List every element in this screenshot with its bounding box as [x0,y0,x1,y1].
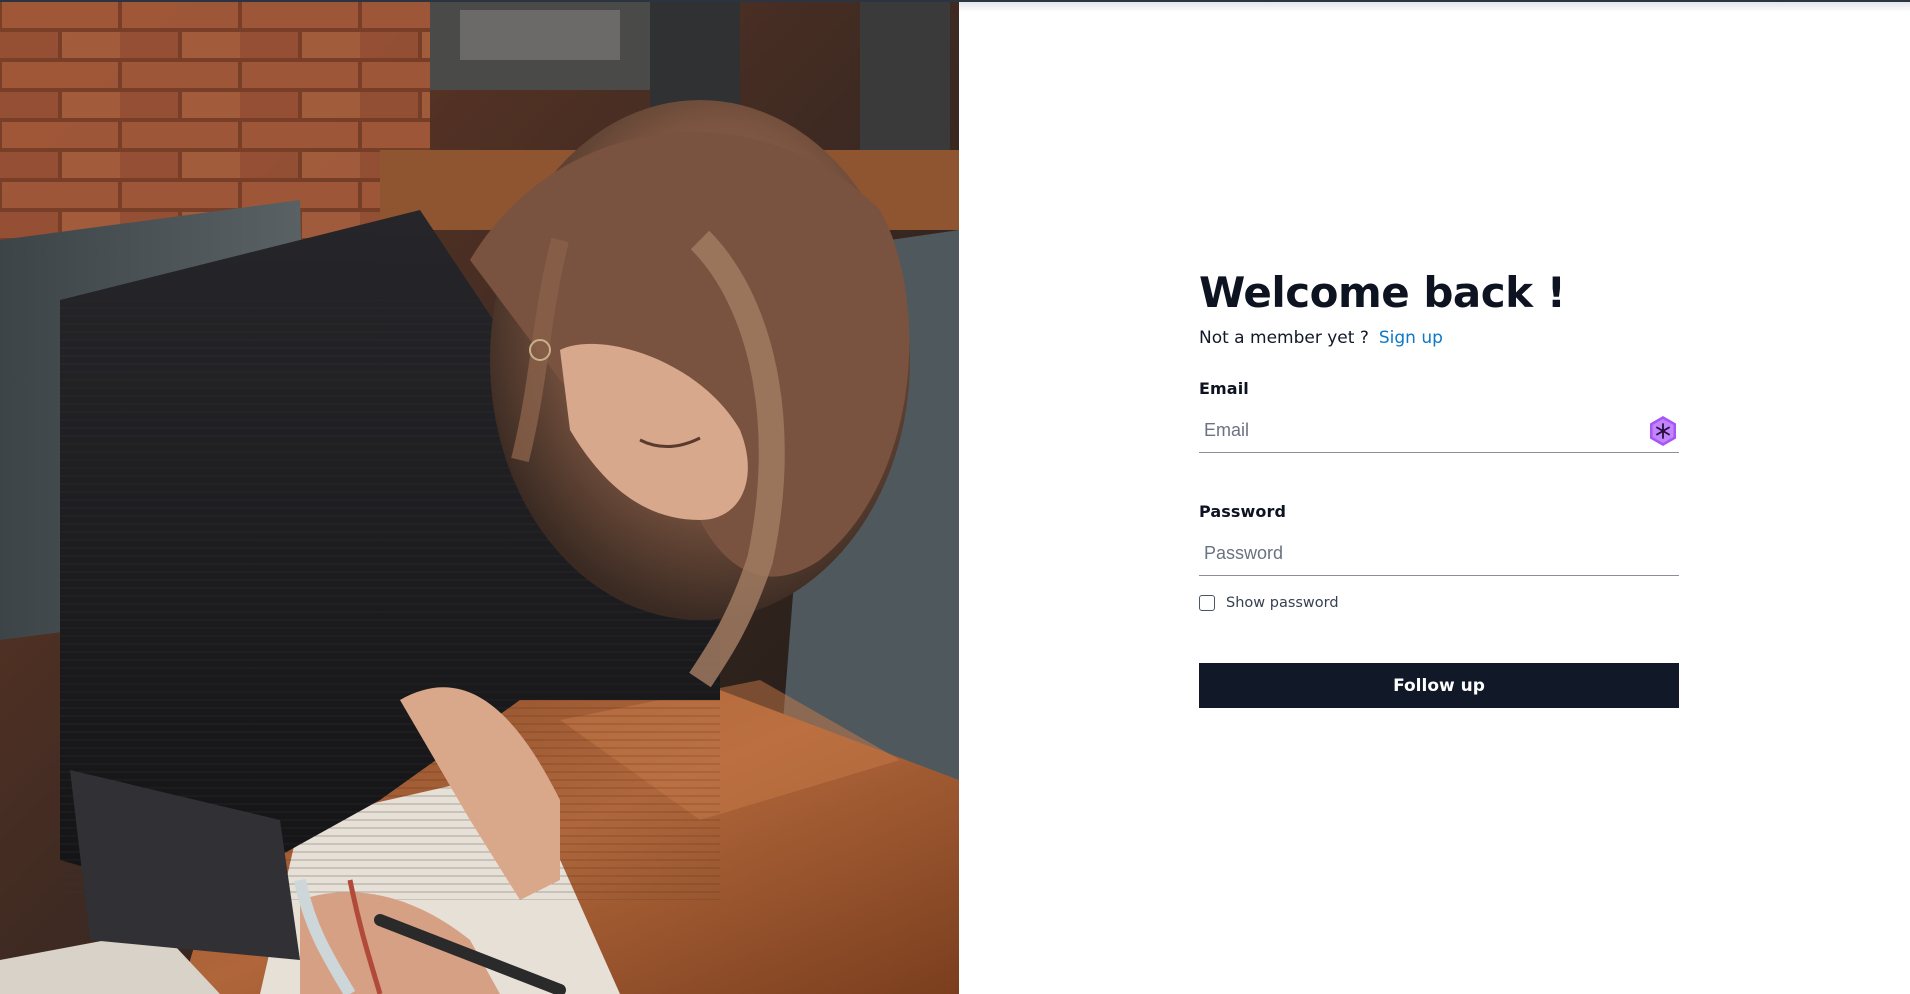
signup-prompt: Not a member yet ? Sign up [1199,326,1679,350]
top-edge [0,0,1910,2]
not-member-text: Not a member yet ? [1199,328,1369,348]
show-password-checkbox[interactable] [1199,595,1215,611]
email-field-row [1199,410,1679,453]
follow-up-button[interactable]: Follow up [1199,663,1679,708]
email-label: Email [1199,379,1249,398]
show-password-label[interactable]: Show password [1226,595,1339,611]
hero-photo [0,0,959,994]
password-field-row [1199,533,1679,576]
form-panel: Welcome back ! Not a member yet ? Sign up… [959,0,1910,994]
login-page: Welcome back ! Not a member yet ? Sign up… [0,0,1910,994]
password-input[interactable] [1199,533,1679,574]
login-form: Welcome back ! Not a member yet ? Sign up… [1199,268,1679,708]
email-input[interactable] [1199,410,1679,451]
page-title: Welcome back ! [1199,268,1566,317]
hero-illustration [0,0,959,994]
password-manager-icon[interactable] [1647,415,1679,447]
password-label: Password [1199,502,1287,521]
top-shadow [959,2,1910,12]
show-password-row: Show password [1199,593,1679,613]
signup-link[interactable]: Sign up [1379,328,1443,348]
